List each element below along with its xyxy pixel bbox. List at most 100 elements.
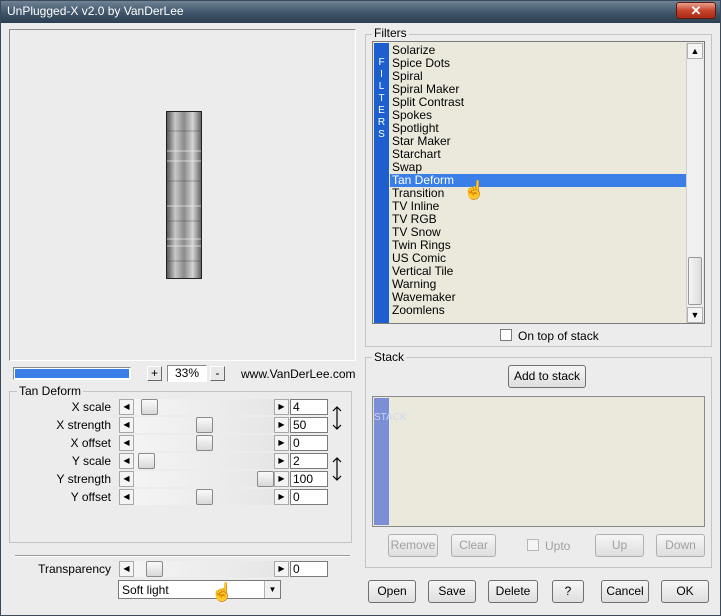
slider-left-arrow-icon[interactable]: ◀: [119, 435, 134, 451]
blend-mode-value: Soft light: [122, 583, 169, 597]
cancel-button[interactable]: Cancel: [601, 580, 649, 603]
on-top-label: On top of stack: [518, 329, 599, 343]
slider-thumb[interactable]: [137, 453, 155, 469]
param-row: Y strength ◀ ▶ 100: [11, 471, 351, 487]
slider-thumb[interactable]: [195, 489, 213, 505]
up-button[interactable]: Up: [595, 534, 644, 557]
upto-checkbox[interactable]: [527, 539, 539, 551]
on-top-checkbox[interactable]: [500, 329, 512, 341]
slider-thumb[interactable]: [257, 471, 274, 487]
website-link[interactable]: www.VanDerLee.com: [241, 367, 356, 381]
clear-button[interactable]: Clear: [451, 534, 496, 557]
param-label: Y scale: [71, 454, 111, 468]
progress-fill: [15, 369, 129, 378]
separator: [15, 555, 350, 557]
param-slider[interactable]: ◀ ▶: [119, 453, 289, 469]
param-value[interactable]: 2: [290, 453, 328, 469]
open-button[interactable]: Open: [368, 580, 416, 603]
vertical-tab-letter: E: [378, 105, 385, 116]
slider-right-arrow-icon[interactable]: ▶: [274, 489, 289, 505]
filters-group-label: Filters: [372, 26, 409, 40]
scroll-up-icon[interactable]: ▲: [687, 43, 703, 59]
slider-thumb[interactable]: [146, 561, 164, 577]
params-group-label: Tan Deform: [17, 384, 84, 398]
param-slider[interactable]: ◀ ▶: [119, 489, 289, 505]
param-row: Y offset ◀ ▶ 0: [11, 489, 351, 505]
slider-right-arrow-icon[interactable]: ▶: [274, 471, 289, 487]
slider-right-arrow-icon[interactable]: ▶: [274, 417, 289, 433]
delete-button[interactable]: Delete: [488, 580, 538, 603]
stack-list[interactable]: STACK: [372, 396, 705, 527]
param-label: Y strength: [56, 472, 111, 486]
slider-track[interactable]: [134, 471, 274, 487]
slider-thumb[interactable]: [141, 399, 159, 415]
vertical-tab-letter: S: [374, 412, 381, 423]
ok-button[interactable]: OK: [661, 580, 709, 603]
vertical-tab-letter: L: [378, 81, 385, 92]
down-button[interactable]: Down: [656, 534, 705, 557]
filter-list[interactable]: FILTERS Solarize Spice Dots Spiral Spiral M…: [372, 41, 705, 324]
vertical-tab-letter: F: [378, 57, 385, 68]
param-value[interactable]: 50: [290, 417, 328, 433]
param-value[interactable]: 0: [290, 489, 328, 505]
close-icon[interactable]: ✕: [676, 2, 716, 19]
param-value[interactable]: 0: [290, 435, 328, 451]
slider-left-arrow-icon[interactable]: ◀: [119, 489, 134, 505]
scroll-down-icon[interactable]: ▼: [687, 307, 703, 323]
param-label: Y offset: [70, 490, 111, 504]
slider-right-arrow-icon[interactable]: ▶: [274, 435, 289, 451]
param-row: X scale ◀ ▶ 4: [11, 399, 351, 415]
slider-left-arrow-icon[interactable]: ◀: [119, 399, 134, 415]
param-slider[interactable]: ◀ ▶: [119, 471, 289, 487]
slider-thumb[interactable]: [195, 417, 213, 433]
slider-left-arrow-icon[interactable]: ◀: [119, 561, 134, 577]
add-to-stack-button[interactable]: Add to stack: [508, 365, 586, 388]
param-value[interactable]: 100: [290, 471, 328, 487]
vertical-tab-letter: C: [392, 412, 400, 423]
param-row: Y scale ◀ ▶ 2: [11, 453, 351, 469]
param-label: X strength: [56, 418, 111, 432]
param-row: X strength ◀ ▶ 50: [11, 417, 351, 433]
param-slider[interactable]: ◀ ▶: [119, 435, 289, 451]
slider-track[interactable]: [134, 453, 274, 469]
slider-left-arrow-icon[interactable]: ◀: [119, 417, 134, 433]
save-button[interactable]: Save: [428, 580, 476, 603]
param-label: X offset: [70, 436, 111, 450]
window-title: UnPlugged-X v2.0 by VanDerLee: [7, 4, 184, 18]
zoom-in-button[interactable]: +: [147, 366, 162, 381]
slider-left-arrow-icon[interactable]: ◀: [119, 471, 134, 487]
param-value[interactable]: 4: [290, 399, 328, 415]
upto-label: Upto: [545, 539, 571, 553]
hand-cursor-icon: ☝: [211, 582, 234, 602]
transparency-value[interactable]: 0: [290, 561, 328, 577]
preview-pane[interactable]: [9, 29, 356, 361]
remove-button[interactable]: Remove: [388, 534, 438, 557]
vertical-tab-letter: R: [377, 117, 386, 128]
param-slider[interactable]: ◀ ▶: [119, 417, 289, 433]
zoom-out-button[interactable]: -: [210, 366, 225, 381]
param-row: X offset ◀ ▶ 0: [11, 435, 351, 451]
vertical-tab-letter: I: [380, 69, 383, 80]
transparency-slider[interactable]: ◀ ▶: [119, 561, 289, 577]
slider-right-arrow-icon[interactable]: ▶: [274, 399, 289, 415]
filter-scrollbar[interactable]: ▲ ▼: [686, 43, 703, 323]
preview-image: [166, 111, 202, 279]
transparency-label: Transparency: [38, 562, 111, 576]
filters-vertical-tab: FILTERS: [374, 43, 389, 323]
link-y-icon[interactable]: [332, 457, 342, 481]
vertical-tab-letter: S: [378, 129, 385, 140]
stack-vertical-tab: STACK: [374, 398, 407, 525]
help-button[interactable]: ?: [552, 580, 584, 603]
param-slider[interactable]: ◀ ▶: [119, 399, 289, 415]
scroll-thumb[interactable]: [688, 257, 702, 305]
slider-right-arrow-icon[interactable]: ▶: [274, 561, 289, 577]
slider-right-arrow-icon[interactable]: ▶: [274, 453, 289, 469]
filter-list-item[interactable]: Zoomlens: [392, 304, 445, 317]
vertical-tab-letter: K: [399, 412, 407, 423]
slider-left-arrow-icon[interactable]: ◀: [119, 453, 134, 469]
blend-mode-select[interactable]: Soft light ▼: [118, 580, 281, 599]
chevron-down-icon[interactable]: ▼: [264, 581, 280, 598]
link-x-icon[interactable]: [332, 406, 342, 430]
hand-cursor-icon: ☝: [463, 180, 486, 200]
slider-thumb[interactable]: [195, 435, 213, 451]
